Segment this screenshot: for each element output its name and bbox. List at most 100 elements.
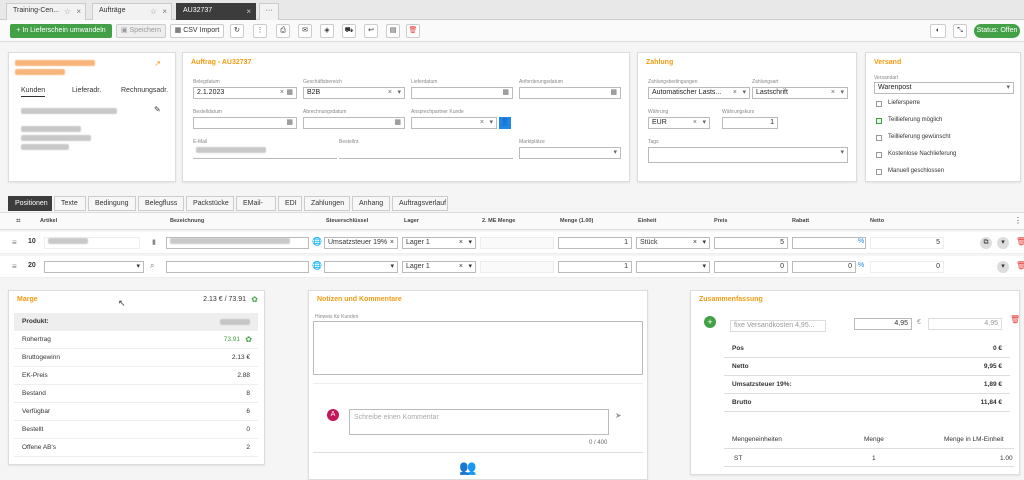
calendar-icon[interactable]: ▦: [610, 88, 617, 98]
delete-icon[interactable]: 🗑: [406, 24, 420, 38]
menge-field[interactable]: 1: [558, 237, 632, 249]
chevron-down-icon[interactable]: ▾: [742, 88, 746, 98]
preis-field[interactable]: 0: [714, 261, 788, 273]
steuer-select[interactable]: ▾: [324, 261, 398, 273]
rabatt-field[interactable]: [792, 237, 866, 249]
chevron-down-icon[interactable]: ▾: [1006, 83, 1010, 93]
settings-icon[interactable]: ✿: [245, 335, 252, 344]
chevron-down-icon[interactable]: ▾: [136, 262, 140, 272]
undo-icon[interactable]: ↩: [364, 24, 378, 38]
refresh-icon[interactable]: ↻: [230, 24, 244, 38]
teillieferung-moeglich-checkbox[interactable]: [876, 118, 882, 124]
close-icon[interactable]: ×: [162, 7, 167, 16]
tab-anhang[interactable]: Anhang: [352, 196, 390, 211]
manuell-geschlossen-checkbox[interactable]: [876, 169, 882, 175]
clear-icon[interactable]: ×: [733, 88, 737, 98]
lager-select[interactable]: Lager 1 × ▾: [402, 261, 476, 273]
kostenlose-nachlieferung-checkbox[interactable]: [876, 152, 882, 158]
star-icon[interactable]: ☆: [150, 7, 157, 16]
drag-handle-icon[interactable]: ≡: [12, 238, 17, 247]
settings-icon[interactable]: ✿: [251, 295, 258, 304]
save-button[interactable]: ▣ Speichern: [116, 24, 166, 38]
geschaeftsbereich-select[interactable]: B2B × ▾: [303, 87, 405, 99]
clear-icon[interactable]: ×: [831, 88, 835, 98]
me2-field[interactable]: [480, 237, 554, 249]
percent-icon[interactable]: %: [858, 262, 864, 269]
waehrungskurs-field[interactable]: 1: [722, 117, 778, 129]
close-icon[interactable]: ×: [76, 7, 81, 16]
steuer-select[interactable]: Umsatzsteuer 19% ×: [324, 237, 398, 249]
calendar-icon[interactable]: ▦: [394, 118, 401, 128]
columns-icon[interactable]: ⌗: [16, 216, 21, 226]
menge-field[interactable]: 1: [558, 261, 632, 273]
clear-icon[interactable]: ×: [388, 88, 392, 98]
tab-bedingung[interactable]: Bedingung: [88, 196, 136, 211]
tab-email-edi[interactable]: EMail-EDI: [236, 196, 276, 220]
tab-texte[interactable]: Texte: [54, 196, 86, 211]
globe-icon[interactable]: 🌐: [312, 261, 322, 270]
add-contact-button[interactable]: 👤: [499, 117, 511, 129]
collapse-icon[interactable]: ⤡: [953, 24, 967, 38]
more-vert-icon[interactable]: ⋮: [253, 24, 267, 38]
send-icon[interactable]: ➤: [615, 411, 622, 420]
csv-import-button[interactable]: ▦ CSV Import: [170, 24, 224, 38]
ansprechpartner-select[interactable]: × ▾: [411, 117, 497, 129]
chevron-down-icon[interactable]: ▾: [613, 148, 617, 158]
add-shipping-button[interactable]: +: [704, 316, 716, 328]
chevron-down-icon[interactable]: ▾: [702, 118, 706, 128]
abrechnungsdatum-field[interactable]: ▦: [303, 117, 405, 129]
rabatt-field[interactable]: 0: [792, 261, 856, 273]
chevron-down-icon[interactable]: ▾: [840, 88, 844, 98]
tab-kunden[interactable]: Kunden: [21, 87, 46, 97]
tag-icon[interactable]: ◈: [320, 24, 334, 38]
mail-icon[interactable]: ✉: [298, 24, 312, 38]
lager-select[interactable]: Lager 1 × ▾: [402, 237, 476, 249]
chevron-down-icon[interactable]: ▾: [390, 262, 394, 272]
chevron-down-icon[interactable]: ▾: [397, 88, 401, 98]
tab-training-center[interactable]: Training-Cen... ☆ ×: [6, 3, 86, 20]
tab-packstuecke[interactable]: Packstücke: [186, 196, 234, 211]
clear-icon[interactable]: ×: [693, 118, 697, 128]
marktplaetze-select[interactable]: ▾: [519, 147, 621, 159]
tab-lieferadr[interactable]: Lieferadr.: [72, 87, 101, 94]
bezeichnung-field[interactable]: [166, 261, 309, 273]
delete-row-icon[interactable]: 🗑: [1016, 237, 1024, 246]
chevron-down-icon[interactable]: ▾: [840, 148, 844, 158]
tags-select[interactable]: ▾: [648, 147, 848, 163]
email-field[interactable]: [193, 147, 337, 159]
preis-field[interactable]: 5: [714, 237, 788, 249]
versandart-select[interactable]: Warenpost ▾: [874, 82, 1014, 94]
zahlungsbedingungen-select[interactable]: Automatischer Lasts... × ▾: [648, 87, 750, 99]
bestellnr-field[interactable]: [339, 147, 513, 159]
tab-belegfluss[interactable]: Belegfluss: [138, 196, 184, 211]
hinweis-textarea[interactable]: [313, 321, 643, 375]
percent-icon[interactable]: %: [858, 238, 864, 245]
info-icon[interactable]: ▮: [152, 238, 156, 246]
search-icon[interactable]: ⌕: [150, 261, 154, 271]
copy-icon[interactable]: ⧉: [980, 237, 992, 249]
tab-edi[interactable]: EDI: [278, 196, 302, 211]
chevron-down-icon[interactable]: ▾: [489, 118, 493, 128]
delete-row-icon[interactable]: 🗑: [1016, 261, 1024, 270]
belegdatum-field[interactable]: 2.1.2023 × ▦: [193, 87, 297, 99]
expand-icon[interactable]: ▾: [997, 237, 1009, 249]
calendar-icon[interactable]: ▦: [286, 88, 293, 98]
clear-icon[interactable]: ×: [390, 238, 394, 248]
globe-icon[interactable]: 🌐: [312, 237, 322, 246]
artikel-select[interactable]: ▾: [44, 261, 144, 273]
liefersperre-checkbox[interactable]: [876, 101, 882, 107]
bestelldatum-field[interactable]: ▦: [193, 117, 297, 129]
document-icon[interactable]: ▤: [386, 24, 400, 38]
edit-icon[interactable]: ✎: [154, 105, 161, 114]
print-icon[interactable]: ⎙: [276, 24, 290, 38]
more-tabs-button[interactable]: ···: [259, 3, 279, 20]
tab-rechnungsadr[interactable]: Rechnungsadr.: [121, 87, 168, 94]
clear-icon[interactable]: ×: [693, 238, 697, 248]
chevron-down-icon[interactable]: ▾: [702, 262, 706, 272]
tab-auftraege[interactable]: Aufträge ☆ ×: [92, 3, 172, 20]
tab-auftragsverlauf[interactable]: Auftragsverlauf: [392, 196, 448, 211]
convert-to-delivery-button[interactable]: + In Lieferschein umwandeln: [10, 24, 112, 38]
open-external-icon[interactable]: ↗: [154, 59, 161, 68]
tab-zahlungen[interactable]: Zahlungen: [304, 196, 350, 211]
cart-icon[interactable]: ⛟: [342, 24, 356, 38]
